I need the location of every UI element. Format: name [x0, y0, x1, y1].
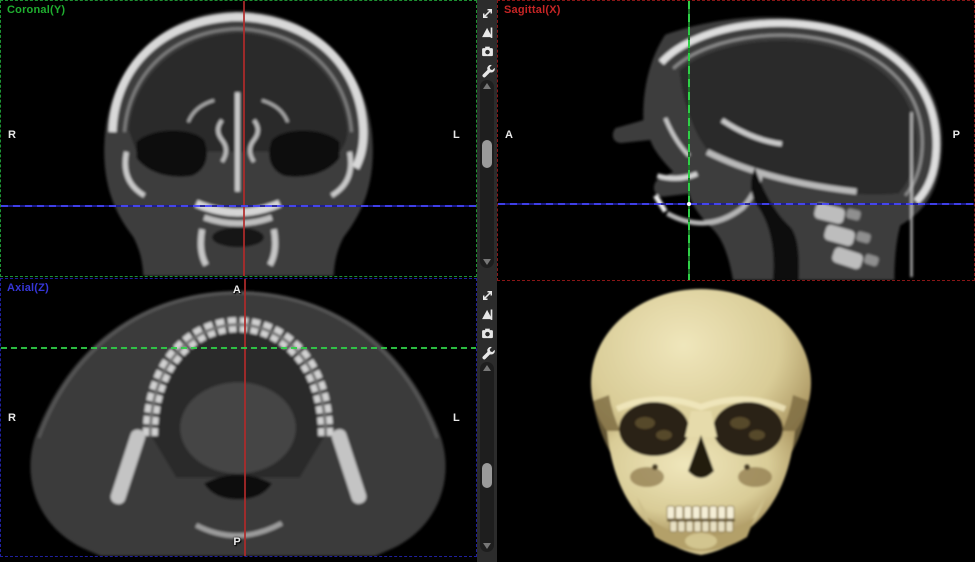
axial-title: Axial(Z)	[7, 282, 49, 294]
axial-snapshot-button[interactable]	[478, 324, 496, 342]
coronal-snapshot-button[interactable]	[478, 42, 496, 60]
sagittal-title: Sagittal(X)	[504, 4, 561, 16]
axial-orientation-left: L	[453, 412, 460, 424]
coronal-orientation-right: R	[8, 129, 16, 141]
coronal-expand-button[interactable]	[478, 4, 496, 22]
windowing-triangle-icon	[480, 307, 495, 322]
axial-coronal-plane-line[interactable]	[1, 347, 476, 349]
crosshair-intersection-dot	[687, 202, 691, 206]
axial-scroll-up-arrow[interactable]	[483, 365, 491, 371]
coronal-orientation-left: L	[453, 129, 460, 141]
axial-sagittal-plane-line[interactable]	[244, 279, 246, 556]
axial-expand-button[interactable]	[478, 286, 496, 304]
volume-3d-view[interactable]	[497, 281, 975, 562]
sagittal-coronal-plane-line[interactable]	[688, 1, 690, 280]
sagittal-orientation-anterior: A	[505, 129, 513, 141]
coronal-scroll-down-arrow[interactable]	[483, 259, 491, 265]
panel-toolbar-strip	[477, 0, 497, 562]
coronal-scroll-up-arrow[interactable]	[483, 83, 491, 89]
wrench-icon	[480, 345, 495, 360]
coronal-view[interactable]: Coronal(Y) R L	[0, 0, 477, 277]
camera-icon	[480, 44, 495, 59]
sagittal-view[interactable]: Sagittal(X) A P	[497, 0, 975, 281]
axial-view[interactable]: Axial(Z) A R L P	[0, 278, 477, 557]
skull-3d-render	[497, 281, 975, 562]
camera-icon	[480, 326, 495, 341]
coronal-axial-plane-line[interactable]	[1, 205, 476, 207]
axial-scroll-thumb[interactable]	[482, 463, 492, 488]
expand-icon	[480, 6, 495, 21]
axial-windowing-button[interactable]	[478, 305, 496, 323]
axial-settings-button[interactable]	[478, 343, 496, 361]
axial-slice-scrollbar[interactable]	[480, 362, 494, 552]
expand-icon	[480, 288, 495, 303]
coronal-title: Coronal(Y)	[7, 4, 65, 16]
windowing-triangle-icon	[480, 25, 495, 40]
mpr-viewport: Coronal(Y) R L Axial(Z) A R	[0, 0, 975, 562]
coronal-settings-button[interactable]	[478, 61, 496, 79]
axial-orientation-posterior: P	[233, 536, 240, 548]
coronal-slice-scrollbar[interactable]	[480, 80, 494, 268]
axial-orientation-anterior: A	[233, 284, 241, 296]
coronal-scroll-thumb[interactable]	[482, 140, 492, 168]
axial-ct-image	[1, 279, 476, 556]
sagittal-ct-image	[498, 1, 974, 280]
coronal-ct-image	[1, 1, 476, 276]
axial-orientation-right: R	[8, 412, 16, 424]
coronal-sagittal-plane-line[interactable]	[243, 1, 245, 276]
sagittal-orientation-posterior: P	[953, 129, 960, 141]
wrench-icon	[480, 63, 495, 78]
axial-scroll-down-arrow[interactable]	[483, 543, 491, 549]
sagittal-axial-plane-line[interactable]	[498, 203, 974, 205]
coronal-windowing-button[interactable]	[478, 23, 496, 41]
